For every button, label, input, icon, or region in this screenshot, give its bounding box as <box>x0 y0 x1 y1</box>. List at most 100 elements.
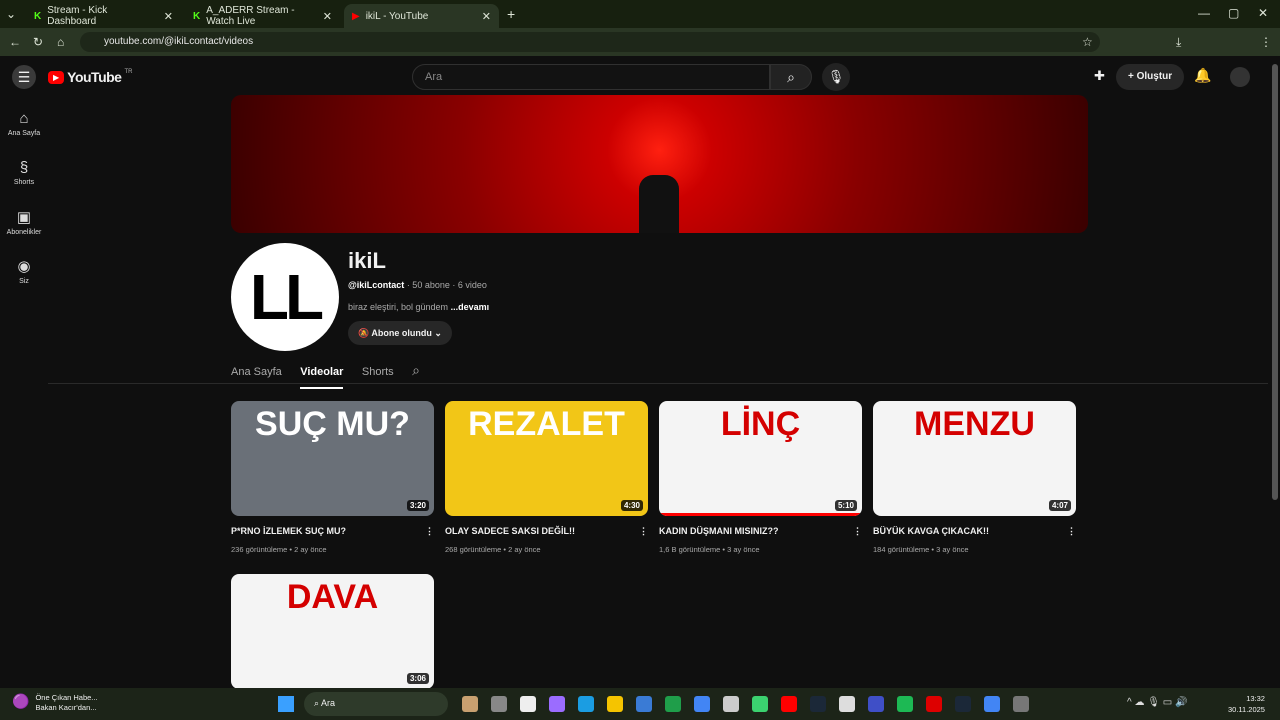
hamburger-menu-icon[interactable]: ☰ <box>12 65 36 89</box>
channel-name: ikiL <box>348 248 386 273</box>
browser-tab-active[interactable]: ▶ ikiL - YouTube ✕ <box>344 4 499 28</box>
video-meta: 236 görüntüleme • 2 ay önce <box>231 545 327 554</box>
video-title[interactable]: KADIN DÜŞMANI MISINIZ?? <box>659 526 779 537</box>
video-meta: 268 görüntüleme • 2 ay önce <box>445 545 541 554</box>
thumbnail-text: REZALET <box>468 405 625 443</box>
spotify-icon[interactable] <box>896 696 913 712</box>
subscribed-button[interactable]: 🔕 Abone olundu ⌄ <box>348 321 452 345</box>
sidebar-label: Siz <box>19 278 29 285</box>
notifications-bell-icon[interactable]: 🔔 <box>1194 67 1211 84</box>
more-link[interactable]: ...devamı <box>451 302 490 312</box>
video-thumbnail[interactable]: LİNÇ 5:10 <box>659 401 862 516</box>
more-options-icon[interactable]: ⋮ <box>853 526 862 537</box>
store-icon[interactable] <box>635 696 652 712</box>
video-card[interactable]: DAVA 3:06 <box>231 574 434 689</box>
opera-gx-icon[interactable] <box>925 696 942 712</box>
clock-app-icon[interactable] <box>838 696 855 712</box>
video-thumbnail[interactable]: DAVA 3:06 <box>231 574 434 689</box>
video-thumbnail[interactable]: REZALET 4:30 <box>445 401 648 516</box>
browser-tab[interactable]: K A_ADERR Stream - Watch Live ✕ <box>185 4 340 28</box>
close-icon[interactable]: ✕ <box>323 10 332 23</box>
tab-videos[interactable]: Videolar <box>300 366 344 389</box>
steam-icon[interactable] <box>809 696 826 712</box>
video-thumbnail[interactable]: SUÇ MU? 3:20 <box>231 401 434 516</box>
video-duration: 5:10 <box>834 500 857 511</box>
watch-progress-bar <box>659 513 862 516</box>
thumbnail-text: MENZU <box>914 405 1035 443</box>
create-video-icon[interactable]: ✚ <box>1094 68 1105 84</box>
maximize-icon[interactable]: ▢ <box>1228 6 1239 20</box>
solitaire-icon[interactable] <box>722 696 739 712</box>
video-title[interactable]: OLAY SADECE SAKSI DEĞİL!! <box>445 526 575 537</box>
more-options-icon[interactable]: ⋮ <box>639 526 648 537</box>
sidebar-item-you[interactable]: ◉ Siz <box>0 257 48 285</box>
copilot-icon[interactable] <box>548 696 565 712</box>
chrome-icon[interactable] <box>693 696 710 712</box>
app-green-icon[interactable] <box>751 696 768 712</box>
subscriptions-icon: ▣ <box>16 209 32 226</box>
browser-tab[interactable]: K Stream - Kick Dashboard ✕ <box>26 4 181 28</box>
back-icon[interactable]: ← <box>9 35 21 49</box>
obs-icon[interactable] <box>1012 696 1029 712</box>
bookmark-star-icon[interactable]: ☆ <box>1082 35 1093 49</box>
video-duration: 4:07 <box>1048 500 1071 511</box>
channel-avatar[interactable]: LL <box>231 243 339 351</box>
notepad-icon[interactable] <box>519 696 536 712</box>
clock[interactable]: 13:32 30.11.2025 <box>1228 693 1265 715</box>
search-button[interactable]: ⌕ <box>770 64 812 90</box>
home-icon[interactable]: ⌂ <box>57 35 64 49</box>
thumbnail-text: SUÇ MU? <box>255 405 410 443</box>
tab-home[interactable]: Ana Sayfa <box>231 366 282 378</box>
video-thumbnail[interactable]: MENZU 4:07 <box>873 401 1076 516</box>
steam-alt-icon[interactable] <box>954 696 971 712</box>
video-title[interactable]: P*RNO İZLEMEK SUÇ MU? <box>231 526 346 537</box>
tab-label: A_ADERR Stream - Watch Live <box>206 5 295 27</box>
chrome-active-icon[interactable] <box>983 696 1000 712</box>
video-card[interactable]: LİNÇ 5:10 KADIN DÜŞMANI MISINIZ?? ⋮ 1,6 B gö… <box>659 401 862 554</box>
reload-icon[interactable]: ↻ <box>33 35 43 49</box>
video-card[interactable]: MENZU 4:07 BÜYÜK KAVGA ÇIKACAK!! ⋮ 184 görün… <box>873 401 1076 554</box>
tab-shorts[interactable]: Shorts <box>362 366 394 378</box>
channel-search-icon[interactable]: ⌕ <box>412 362 420 378</box>
page-scrollbar[interactable] <box>1272 64 1278 500</box>
file-explorer-icon[interactable] <box>606 696 623 712</box>
windows-taskbar: 🟣 Öne Çıkan Habe... Bakan Kacır'dan... ⌕ … <box>0 688 1280 720</box>
account-avatar[interactable] <box>1230 67 1250 87</box>
close-window-icon[interactable]: ✕ <box>1258 6 1268 20</box>
tab-search-icon[interactable]: ⌄ <box>6 7 16 21</box>
youtube-icon[interactable] <box>780 696 797 712</box>
sidebar-item-shorts[interactable]: § Shorts <box>0 159 48 186</box>
video-card[interactable]: REZALET 4:30 OLAY SADECE SAKSI DEĞİL!! ⋮ 268… <box>445 401 648 554</box>
video-card[interactable]: SUÇ MU? 3:20 P*RNO İZLEMEK SUÇ MU? ⋮ 236 gör… <box>231 401 434 554</box>
app-blue-icon[interactable] <box>867 696 884 712</box>
video-duration: 4:30 <box>620 500 643 511</box>
menu-dots-icon[interactable]: ⋮ <box>1260 35 1272 49</box>
close-icon[interactable]: ✕ <box>482 10 491 23</box>
sidebar-label: Shorts <box>13 179 35 186</box>
url-field[interactable]: youtube.com/@ikiLcontact/videos <box>80 32 1100 52</box>
minimize-icon[interactable]: — <box>1198 6 1210 20</box>
close-icon[interactable]: ✕ <box>164 10 173 23</box>
voice-search-button[interactable]: 🎙 <box>822 63 850 91</box>
task-view-icon[interactable] <box>490 696 507 712</box>
windows-start-icon[interactable] <box>278 696 294 712</box>
news-widget[interactable]: 🟣 Öne Çıkan Habe... Bakan Kacır'dan... <box>12 693 98 713</box>
more-options-icon[interactable]: ⋮ <box>425 526 434 537</box>
sidebar-item-home[interactable]: ⌂ Ana Sayfa <box>0 110 48 137</box>
channel-description[interactable]: biraz eleştiri, bol gündem ...devamı <box>348 302 489 312</box>
copilot-app-icon[interactable] <box>461 696 478 712</box>
system-tray[interactable]: ^ ☁ 🎙 ▭ 🔊 <box>1127 697 1187 708</box>
more-options-icon[interactable]: ⋮ <box>1067 526 1076 537</box>
edge-icon[interactable] <box>577 696 594 712</box>
create-button[interactable]: + Oluştur <box>1116 64 1185 90</box>
youtube-logo[interactable]: ▶ YouTube TR <box>48 69 132 85</box>
tab-label: Stream - Kick Dashboard <box>47 5 108 27</box>
search-input[interactable]: Ara <box>412 64 770 90</box>
subscribed-label: Abone olundu <box>371 328 432 338</box>
sidebar-item-subscriptions[interactable]: ▣ Abonelikler <box>0 208 48 236</box>
taskbar-search[interactable]: ⌕ Ara <box>304 692 448 716</box>
video-title[interactable]: BÜYÜK KAVGA ÇIKACAK!! <box>873 526 989 537</box>
download-icon[interactable]: ⤓ <box>1176 35 1181 50</box>
excel-icon[interactable] <box>664 696 681 712</box>
new-tab-icon[interactable]: + <box>507 6 515 22</box>
